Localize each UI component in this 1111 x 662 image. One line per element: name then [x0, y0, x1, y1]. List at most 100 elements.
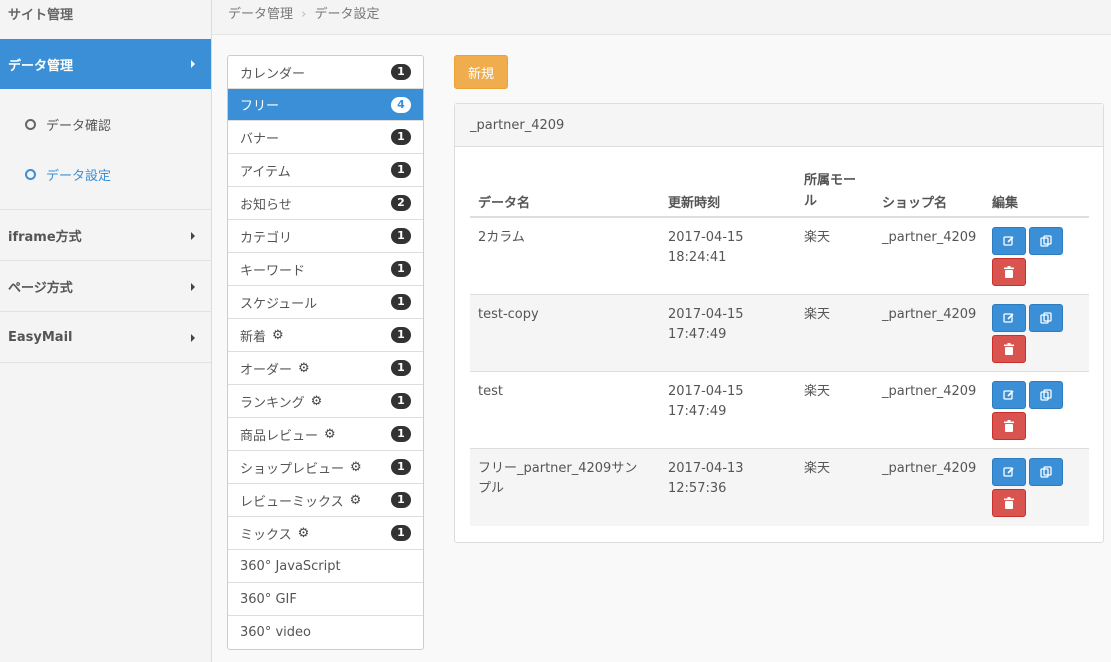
- category-item[interactable]: 360° JavaScript: [228, 550, 423, 583]
- cell-time: 12:57:36: [668, 481, 727, 496]
- table-body: 2カラム 2017-04-15 18:24:41 楽天 _partner_4209 tes…: [470, 218, 1089, 526]
- category-item[interactable]: ショップレビュー ⚙ 1: [228, 451, 423, 484]
- category-item[interactable]: お知らせ 2: [228, 187, 423, 220]
- category-label: 360° GIF: [240, 591, 297, 607]
- copy-button[interactable]: [1029, 458, 1063, 486]
- sidebar-item-page[interactable]: ページ方式: [0, 261, 211, 312]
- count-badge: 1: [391, 426, 411, 442]
- category-label: 商品レビュー: [240, 428, 319, 444]
- category-item[interactable]: 商品レビュー ⚙ 1: [228, 418, 423, 451]
- trash-icon: [1004, 420, 1014, 432]
- category-item[interactable]: 新着 ⚙ 1: [228, 319, 423, 352]
- delete-button[interactable]: [992, 489, 1026, 517]
- category-label: フリー: [240, 99, 280, 114]
- sidebar-subitem-data-settings[interactable]: データ設定: [0, 149, 211, 199]
- category-label: キーワード: [240, 263, 306, 279]
- edit-icon: [1003, 235, 1015, 247]
- count-badge: 1: [391, 393, 411, 409]
- category-item[interactable]: カレンダー 1: [228, 56, 423, 89]
- sidebar-item-easymail[interactable]: EasyMail: [0, 312, 211, 363]
- panel-title: _partner_4209: [455, 104, 1103, 147]
- category-item[interactable]: カテゴリ 1: [228, 220, 423, 253]
- count-badge: 1: [391, 162, 411, 178]
- sidebar-subitem-data-confirm[interactable]: データ確認: [0, 99, 211, 149]
- category-label: オーダー: [240, 362, 293, 378]
- table-row: 2カラム 2017-04-15 18:24:41 楽天 _partner_4209: [470, 218, 1089, 295]
- category-item[interactable]: バナー 1: [228, 121, 423, 154]
- cell-date: 2017-04-15: [668, 384, 744, 399]
- category-list: カレンダー 1 フリー 4 バナー 1 アイテム 1 お知らせ 2 カテゴリ 1 キーワード 1 スケジュー…: [227, 55, 424, 650]
- copy-icon: [1040, 312, 1052, 324]
- count-badge: 1: [391, 64, 411, 80]
- category-item[interactable]: アイテム 1: [228, 154, 423, 187]
- column-header-updated: 更新時刻: [668, 196, 721, 211]
- category-label: 360° JavaScript: [240, 558, 341, 574]
- table-row: test-copy 2017-04-15 17:47:49 楽天 _partner_42…: [470, 295, 1089, 372]
- column-header-edit: 編集: [992, 196, 1019, 211]
- chevron-right-icon: [191, 232, 195, 240]
- cell-date: 2017-04-15: [668, 307, 744, 322]
- trash-icon: [1004, 497, 1014, 509]
- category-item[interactable]: オーダー ⚙ 1: [228, 352, 423, 385]
- edit-button[interactable]: [992, 458, 1026, 486]
- category-item[interactable]: キーワード 1: [228, 253, 423, 286]
- copy-button[interactable]: [1029, 304, 1063, 332]
- gear-icon: ⚙: [298, 360, 310, 376]
- trash-icon: [1004, 343, 1014, 355]
- table-row: フリー_partner_4209サンプル 2017-04-13 12:57:36 楽天…: [470, 449, 1089, 526]
- cell-mall: 楽天: [804, 461, 831, 476]
- category-item[interactable]: 360° GIF: [228, 583, 423, 616]
- edit-button[interactable]: [992, 227, 1026, 255]
- cell-mall: 楽天: [804, 230, 831, 245]
- category-item[interactable]: ランキング ⚙ 1: [228, 385, 423, 418]
- category-label: カレンダー: [240, 66, 306, 82]
- category-label: ショップレビュー: [240, 461, 345, 477]
- category-label: 360° video: [240, 625, 311, 640]
- count-badge: 1: [391, 360, 411, 376]
- sidebar-item-data-management[interactable]: データ管理: [0, 39, 211, 89]
- sidebar-item-iframe[interactable]: iframe方式: [0, 210, 211, 261]
- edit-button[interactable]: [992, 381, 1026, 409]
- category-item[interactable]: レビューミックス ⚙ 1: [228, 484, 423, 517]
- edit-button[interactable]: [992, 304, 1026, 332]
- copy-button[interactable]: [1029, 381, 1063, 409]
- copy-button[interactable]: [1029, 227, 1063, 255]
- category-label: アイテム: [240, 164, 291, 180]
- cell-time: 17:47:49: [668, 327, 727, 342]
- edit-icon: [1003, 312, 1015, 324]
- new-button[interactable]: 新規: [454, 55, 508, 89]
- circle-icon: [25, 118, 36, 130]
- copy-icon: [1040, 389, 1052, 401]
- category-item[interactable]: ミックス ⚙ 1: [228, 517, 423, 550]
- category-label: バナー: [240, 131, 280, 147]
- copy-icon: [1040, 466, 1052, 478]
- gear-icon: ⚙: [310, 393, 323, 409]
- delete-button[interactable]: [992, 335, 1026, 363]
- breadcrumb-parent[interactable]: データ管理: [228, 7, 293, 22]
- cell-updated: 2017-04-13 12:57:36: [668, 459, 768, 499]
- edit-icon: [1003, 389, 1015, 401]
- cell-updated: 2017-04-15 18:24:41: [668, 228, 768, 268]
- category-item[interactable]: フリー 4: [228, 89, 423, 121]
- delete-button[interactable]: [992, 258, 1026, 286]
- cell-updated: 2017-04-15 17:47:49: [668, 305, 768, 345]
- sidebar-submenu: データ確認 データ設定: [0, 89, 211, 210]
- circle-icon: [25, 168, 36, 180]
- cell-shop: _partner_4209: [882, 384, 977, 399]
- sidebar-item-label: データ管理: [8, 58, 74, 74]
- gear-icon: ⚙: [350, 459, 362, 475]
- count-badge: 2: [391, 195, 411, 211]
- cell-shop: _partner_4209: [882, 461, 977, 476]
- delete-button[interactable]: [992, 412, 1026, 440]
- category-item[interactable]: スケジュール 1: [228, 286, 423, 319]
- category-item[interactable]: 360° video: [228, 616, 423, 649]
- breadcrumb: データ管理 › データ設定: [212, 0, 1111, 35]
- cell-name: test-copy: [478, 307, 539, 322]
- category-label: お知らせ: [240, 197, 292, 213]
- chevron-right-icon: [191, 334, 195, 342]
- count-badge: 1: [391, 228, 411, 244]
- category-label: カテゴリ: [240, 230, 293, 246]
- sidebar-subitem-label: データ設定: [46, 168, 112, 184]
- gear-icon: ⚙: [297, 525, 310, 541]
- cell-shop: _partner_4209: [882, 307, 977, 322]
